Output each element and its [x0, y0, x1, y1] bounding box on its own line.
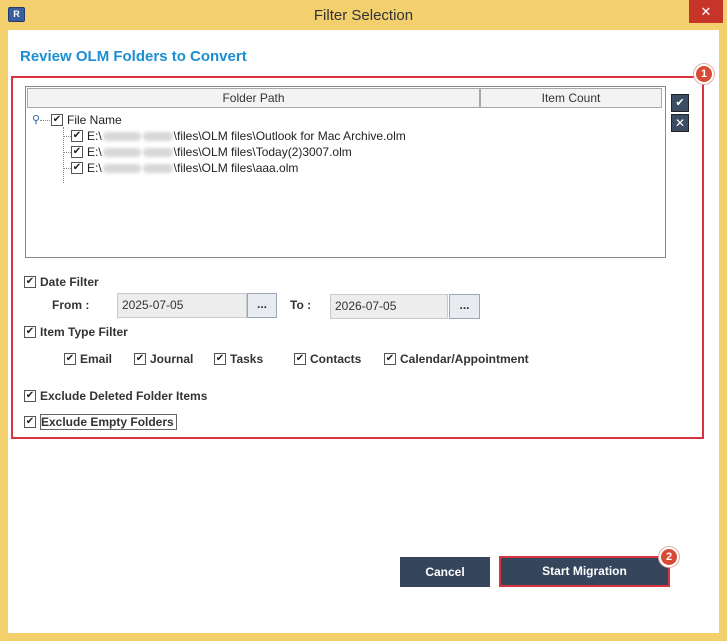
date-filter-label: Date Filter — [40, 275, 99, 289]
tree-root-row[interactable]: ✔ File Name — [51, 112, 122, 128]
folder-tree-table[interactable]: Folder Path Item Count ⚲ ✔ File Name ✔ E… — [25, 86, 666, 258]
to-date-field[interactable]: 2026-07-05 — [330, 294, 448, 319]
redacted-segment — [102, 147, 141, 157]
exclude-deleted-toggle[interactable]: ✔ Exclude Deleted Folder Items — [24, 389, 207, 403]
item-type-filter-toggle[interactable]: ✔ Item Type Filter — [24, 325, 128, 339]
date-filter-toggle[interactable]: ✔ Date Filter — [24, 275, 99, 289]
type-email[interactable]: ✔ Email — [64, 352, 112, 366]
close-button[interactable]: ✕ — [689, 0, 723, 23]
list-item[interactable]: ✔ E:\ \files\OLM files\Today(2)3007.olm — [71, 144, 352, 160]
type-journal-checkbox[interactable]: ✔ — [134, 353, 146, 365]
type-email-label: Email — [80, 352, 113, 366]
exclude-empty-label: Exclude Empty Folders — [40, 414, 177, 430]
to-date-picker-button[interactable]: ... — [449, 294, 480, 319]
file-checkbox[interactable]: ✔ — [71, 162, 83, 174]
redacted-segment — [142, 163, 173, 173]
type-tasks[interactable]: ✔ Tasks — [214, 352, 263, 366]
type-calendar-checkbox[interactable]: ✔ — [384, 353, 396, 365]
list-item[interactable]: ✔ E:\ \files\OLM files\Outlook for Mac A… — [71, 128, 406, 144]
type-contacts[interactable]: ✔ Contacts — [294, 352, 361, 366]
type-tasks-label: Tasks — [230, 352, 264, 366]
date-filter-checkbox[interactable]: ✔ — [24, 276, 36, 288]
tree-connector — [40, 120, 50, 121]
type-journal[interactable]: ✔ Journal — [134, 352, 193, 366]
type-email-checkbox[interactable]: ✔ — [64, 353, 76, 365]
file-path-suffix: \files\OLM files\Today(2)3007.olm — [173, 145, 352, 159]
tree-connector — [63, 168, 71, 169]
from-date-field[interactable]: 2025-07-05 — [117, 293, 247, 318]
file-path-prefix: E:\ — [87, 129, 102, 143]
file-checkbox[interactable]: ✔ — [71, 130, 83, 142]
step-badge-1: 1 — [694, 64, 714, 84]
root-checkbox[interactable]: ✔ — [51, 114, 63, 126]
item-type-filter-checkbox[interactable]: ✔ — [24, 326, 36, 338]
redacted-segment — [142, 131, 173, 141]
redacted-segment — [142, 147, 173, 157]
start-migration-button[interactable]: Start Migration — [499, 556, 670, 587]
type-calendar[interactable]: ✔ Calendar/Appointment — [384, 352, 529, 366]
clear-all-icon[interactable]: ✕ — [671, 114, 689, 132]
column-header-item-count[interactable]: Item Count — [480, 88, 662, 108]
type-tasks-checkbox[interactable]: ✔ — [214, 353, 226, 365]
redacted-segment — [102, 131, 141, 141]
column-header-folder-path[interactable]: Folder Path — [27, 88, 480, 108]
tree-connector — [63, 136, 71, 137]
cancel-button[interactable]: Cancel — [400, 557, 490, 587]
list-item[interactable]: ✔ E:\ \files\OLM files\aaa.olm — [71, 160, 298, 176]
check-all-icon[interactable]: ✔ — [671, 94, 689, 112]
file-checkbox[interactable]: ✔ — [71, 146, 83, 158]
exclude-empty-toggle[interactable]: ✔ Exclude Empty Folders — [24, 414, 177, 430]
tree-connector — [63, 152, 71, 153]
type-journal-label: Journal — [150, 352, 194, 366]
table-header: Folder Path Item Count — [27, 88, 662, 108]
exclude-deleted-checkbox[interactable]: ✔ — [24, 390, 36, 402]
redacted-segment — [102, 163, 141, 173]
exclude-deleted-label: Exclude Deleted Folder Items — [40, 389, 208, 403]
to-label: To : — [290, 298, 312, 312]
file-path-prefix: E:\ — [87, 145, 102, 159]
tree-root-label: File Name — [67, 113, 122, 127]
title-bar: R Filter Selection ✕ — [0, 0, 727, 30]
window-title: Filter Selection — [313, 7, 414, 24]
item-type-filter-label: Item Type Filter — [40, 325, 128, 339]
exclude-empty-checkbox[interactable]: ✔ — [24, 416, 36, 428]
type-contacts-checkbox[interactable]: ✔ — [294, 353, 306, 365]
dialog-body: Review OLM Folders to Convert 1 Folder P… — [8, 30, 719, 633]
from-date-picker-button[interactable]: ... — [247, 293, 277, 318]
tree-expand-icon[interactable]: ⚲ — [32, 113, 40, 126]
file-path-suffix: \files\OLM files\Outlook for Mac Archive… — [173, 129, 406, 143]
type-contacts-label: Contacts — [310, 352, 362, 366]
step-badge-2: 2 — [659, 547, 679, 567]
file-path-prefix: E:\ — [87, 161, 102, 175]
file-path-suffix: \files\OLM files\aaa.olm — [173, 161, 299, 175]
from-label: From : — [52, 298, 90, 312]
type-calendar-label: Calendar/Appointment — [400, 352, 529, 366]
page-title: Review OLM Folders to Convert — [20, 48, 247, 65]
